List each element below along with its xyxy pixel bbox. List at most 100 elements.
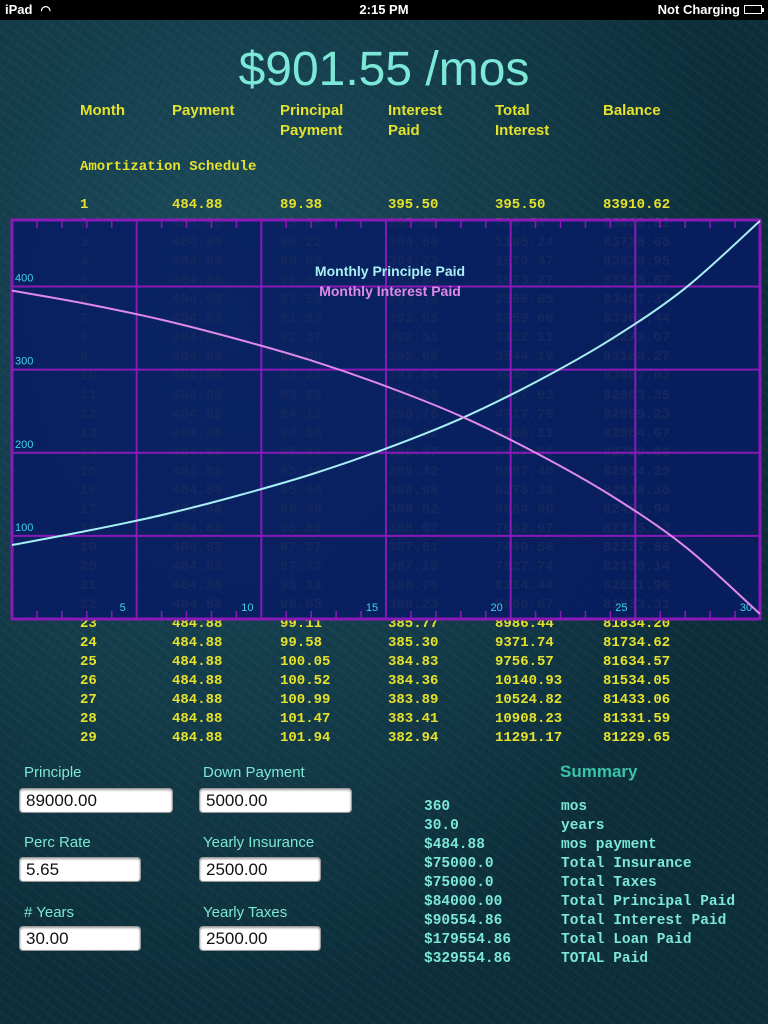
table-cell: 98.18 [280,578,323,594]
table-row: 24 484.88 99.58 385.30 9371.74 81734.62 [0,635,768,654]
summary-label: mos payment [561,837,657,853]
perc-rate-input[interactable] [19,857,141,882]
summary-label: Total Loan Paid [561,932,692,948]
table-row: 16 484.88 95.90 388.98 6276.38 82518.30 [0,483,768,502]
table-cell: 484.88 [172,444,223,461]
table-cell: 395.08 [388,216,439,233]
table-row: 11 484.88 93.68 391.20 4327.03 82993.35 [0,388,768,407]
table-cell: 6664.90 [495,501,554,518]
table-cell: 83639.95 [603,254,671,271]
table-cell: 390.76 [388,406,439,423]
table-row: 13 484.88 94.56 390.32 5108.11 82804.67 [0,426,768,445]
battery-icon [744,5,764,14]
table-row: 7 484.88 91.93 392.95 2759.60 83365.44 [0,311,768,330]
table-cell: 8 [80,330,89,347]
table-cell: 83910.62 [603,197,671,213]
table-cell: 484.88 [172,635,223,652]
summary-value: $84000.00 [424,894,503,910]
table-cell: 11291.17 [495,730,563,747]
table-cell: 484.88 [172,578,223,594]
table-cell: 95.90 [280,482,323,499]
table-cell: 484.88 [172,539,223,556]
table-cell: 18 [80,520,97,537]
table-row: 29 484.88 101.94 382.94 11291.17 81229.65 [0,730,768,749]
summary-label: years [561,818,605,834]
table-cell: 386.70 [388,578,439,594]
column-header: Balance [603,101,661,121]
table-cell: 392.95 [388,311,439,328]
table-cell: 83365.44 [603,311,671,328]
table-cell: 484.88 [172,597,223,614]
table-cell: 383.41 [388,711,439,728]
table-row: 4 484.88 90.65 394.23 1579.47 83639.95 [0,254,768,273]
column-header-line: Payment [280,122,343,139]
table-cell: 92.37 [280,330,323,347]
table-cell: 9 [80,349,89,366]
table-row: 6 484.88 91.50 393.38 2366.65 83457.37 [0,292,768,311]
table-cell: 2366.65 [495,292,554,309]
table-cell: 484.88 [172,311,223,328]
column-header-line: Paid [388,122,420,139]
table-cell: 95.01 [280,444,323,461]
table-cell: 484.88 [172,368,223,385]
table-cell: 100.05 [280,654,331,671]
table-cell: 484.88 [172,349,223,366]
table-cell: 11 [80,387,97,404]
table-cell: 4717.79 [495,406,554,423]
summary-value: $484.88 [424,837,485,853]
table-cell: 28 [80,711,97,728]
table-cell: 484.88 [172,406,223,423]
yearly-insurance-input[interactable] [199,857,321,882]
table-cell: 89.80 [280,216,323,233]
table-row: 3 484.88 90.22 394.66 1185.24 83730.60 [0,235,768,254]
table-cell: 10 [80,368,97,385]
summary-value: 30.0 [424,818,459,834]
table-cell: 97.27 [280,539,323,556]
summary-title: Summary [560,762,638,781]
table-cell: 484.88 [172,482,223,499]
table-cell: 25 [80,654,97,671]
table-cell: 395.50 [388,197,439,213]
column-header-line: Principal [280,102,344,119]
table-cell: 484.88 [172,711,223,728]
table-cell: 81433.06 [603,692,671,709]
table-cell: 393.80 [388,273,439,290]
table-cell: 484.88 [172,692,223,709]
table-cell: 26 [80,673,97,690]
yearly-taxes-input[interactable] [199,926,321,951]
table-cell: 484.88 [172,520,223,537]
status-bar: iPad ◠ 2:15 PM Not Charging [0,0,768,20]
table-cell: 82227.86 [603,539,671,556]
years-input[interactable] [19,926,141,951]
table-cell: 1185.24 [495,235,554,252]
table-cell: 387.61 [388,539,439,556]
table-cell: 10908.23 [495,711,563,728]
table-cell: 89.38 [280,197,323,213]
table-row: 20 484.88 97.72 387.16 7827.74 82130.14 [0,559,768,578]
table-row: 26 484.88 100.52 384.36 10140.93 81534.05 [0,673,768,692]
years-label: # Years [24,904,75,921]
table-cell: 391.20 [388,387,439,404]
table-cell: 83087.03 [603,368,671,385]
table-cell: 389.42 [388,463,439,480]
table-cell: 484.88 [172,730,223,747]
table-cell: 23 [80,616,97,633]
table-cell: 83180.27 [603,349,671,366]
table-cell: 101.94 [280,730,331,747]
table-cell: 10524.82 [495,692,563,709]
column-header: Payment [172,101,235,121]
table-cell: 29 [80,730,97,747]
table-cell: 99.58 [280,635,323,652]
table-cell: 7052.97 [495,520,554,537]
table-cell: 484.88 [172,387,223,404]
table-cell: 2 [80,216,89,233]
table-cell: 386.23 [388,597,439,614]
table-row: 17 484.88 96.36 388.52 6664.90 82421.94 [0,502,768,521]
summary-value: 360 [424,799,451,815]
down-payment-input[interactable] [199,788,352,813]
table-cell: 5887.40 [495,463,554,480]
schedule-label: Amortization Schedule [80,159,257,175]
table-cell: 91.93 [280,311,323,328]
table-cell: 24 [80,635,97,652]
principle-input[interactable] [19,788,173,813]
